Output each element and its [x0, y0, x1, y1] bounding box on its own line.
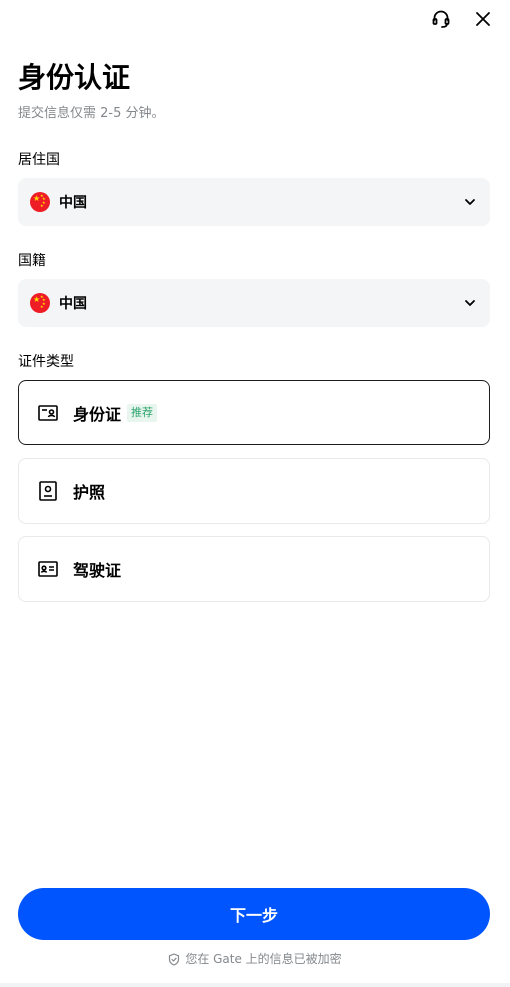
encryption-note-text: 您在 Gate 上的信息已被加密 [185, 952, 342, 966]
nationality-label: 国籍 [18, 253, 46, 269]
passport-icon [37, 480, 59, 502]
recommended-badge: 推荐 [127, 403, 158, 422]
next-button[interactable]: 下一步 [18, 888, 490, 940]
bottom-divider [0, 983, 510, 987]
close-icon [476, 12, 490, 26]
customer-support-button[interactable] [428, 6, 454, 32]
encryption-note: 您在 Gate 上的信息已被加密 [0, 950, 510, 968]
drivers-license-icon [37, 558, 59, 580]
option-id-card-label: 身份证 [73, 404, 122, 424]
nationality-select[interactable]: ★ ★ ★ ★ ★ 中国 [18, 279, 490, 327]
option-drivers-license[interactable]: 驾驶证 [18, 536, 490, 602]
residence-value: 中国 [59, 195, 87, 211]
page-subtitle: 提交信息仅需 2-5 分钟。 [18, 106, 165, 121]
shield-icon [169, 952, 180, 966]
chevron-down-icon [462, 194, 478, 210]
document-type-label: 证件类型 [18, 354, 74, 370]
close-button[interactable] [470, 6, 496, 32]
kyc-identity-page: 身份认证 提交信息仅需 2-5 分钟。 居住国 ★ ★ ★ ★ ★ 中国 国籍 … [0, 0, 510, 987]
page-title: 身份认证 [18, 61, 131, 94]
option-drivers-license-label: 驾驶证 [73, 561, 122, 580]
china-flag-icon: ★ ★ ★ ★ ★ [30, 293, 50, 313]
nationality-value: 中国 [59, 296, 87, 312]
option-passport[interactable]: 护照 [18, 458, 490, 524]
top-bar [428, 6, 496, 32]
china-flag-icon: ★ ★ ★ ★ ★ [30, 192, 50, 212]
id-card-icon [37, 402, 59, 424]
chevron-down-icon [462, 295, 478, 311]
headset-icon [432, 10, 450, 28]
option-id-card[interactable]: 身份证 推荐 [18, 380, 490, 445]
option-passport-label: 护照 [73, 483, 106, 502]
residence-label: 居住国 [18, 152, 60, 168]
residence-select[interactable]: ★ ★ ★ ★ ★ 中国 [18, 178, 490, 226]
